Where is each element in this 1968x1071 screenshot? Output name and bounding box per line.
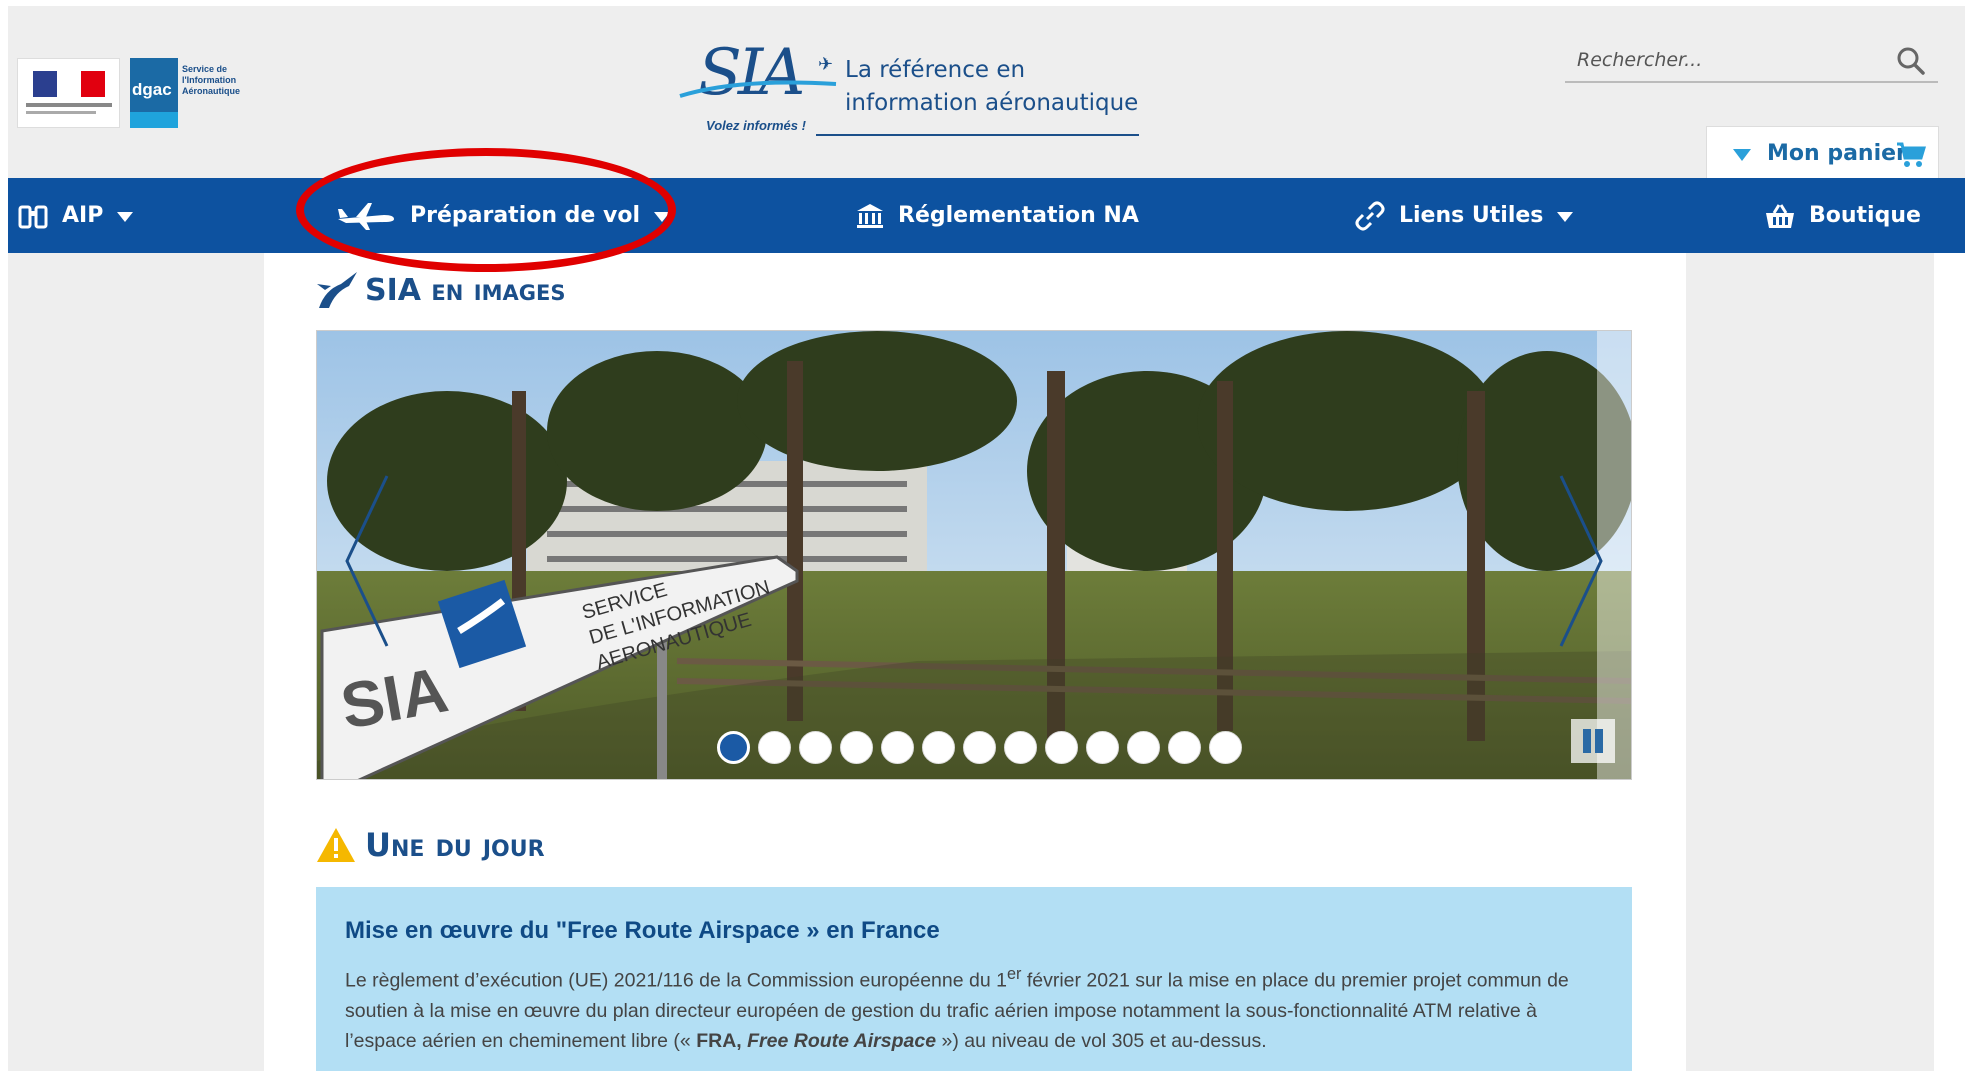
sia-logo[interactable]: SIA ✈ Volez informés ! (678, 36, 848, 136)
carousel-dot[interactable] (1209, 731, 1242, 764)
search-icon[interactable] (1896, 46, 1926, 76)
image-carousel: SIA SERVICE DE L'INFORMATION AERONAUTIQU… (316, 330, 1632, 780)
search-input[interactable] (1577, 46, 1877, 74)
nav-item-liens-utiles[interactable]: Liens Utiles (1355, 178, 1574, 253)
carousel-dot[interactable] (758, 731, 791, 764)
carousel-prev-arrow[interactable] (337, 471, 397, 651)
carousel-dot[interactable] (840, 731, 873, 764)
right-sidebar (1686, 253, 1934, 1071)
nav-item-boutique[interactable]: Boutique (1765, 178, 1921, 253)
republique-francaise-logo[interactable] (17, 58, 120, 128)
cart-button[interactable]: Mon panier (1706, 126, 1939, 184)
chevron-down-icon (1557, 212, 1574, 222)
page: dgac Service de l'Information Aéronautiq… (0, 0, 1968, 1071)
sia-slogan: Volez informés ! (706, 118, 806, 133)
news-box: Mise en œuvre du "Free Route Airspace » … (316, 887, 1632, 1071)
dgac-logo[interactable]: dgac (130, 58, 178, 128)
dgac-service-text: Service de l'Information Aéronautique (182, 64, 241, 96)
link-icon (1355, 201, 1385, 231)
basket-icon (1765, 203, 1795, 229)
chevron-down-icon (117, 212, 134, 222)
cart-icon (1897, 142, 1926, 167)
institution-icon (856, 203, 884, 229)
carousel-dot[interactable] (717, 731, 750, 764)
warning-icon (317, 828, 355, 862)
highlight-annotation (296, 148, 676, 272)
carousel-dot[interactable] (881, 731, 914, 764)
search-box (1565, 38, 1938, 83)
carousel-pause-button[interactable] (1571, 719, 1615, 763)
nav-item-aip[interactable]: AIP (18, 178, 134, 253)
carousel-next-arrow[interactable] (1551, 471, 1611, 651)
carousel-dot[interactable] (1004, 731, 1037, 764)
site-tagline: La référence en information aéronautique (845, 57, 1139, 116)
nav-item-label: AIP (62, 203, 104, 228)
cart-label: Mon panier (1767, 141, 1907, 166)
small-plane-icon: ✈ (818, 54, 834, 75)
left-sidebar (8, 253, 264, 1071)
pause-icon (1583, 729, 1591, 753)
nav-item-label: Réglementation NA (898, 203, 1139, 228)
nav-item-label: Liens Utiles (1399, 203, 1544, 228)
carousel-dot[interactable] (1168, 731, 1201, 764)
dgac-logo-text: dgac (132, 80, 172, 99)
binoculars-icon (18, 203, 48, 229)
french-flag-icon (33, 71, 105, 97)
nav-item-label: Boutique (1809, 203, 1921, 228)
news-body: Le règlement d’exécution (UE) 2021/116 d… (345, 965, 1569, 1052)
section-title-une-du-jour: Une du jour (315, 826, 545, 864)
chevron-down-icon (1733, 149, 1751, 161)
sia-bird-icon (317, 272, 357, 308)
nav-item-reglementation-na[interactable]: Réglementation NA (856, 178, 1139, 253)
carousel-dots (717, 731, 1242, 764)
carousel-dot[interactable] (1086, 731, 1119, 764)
section-title-sia-en-images: SIA en images (315, 270, 565, 310)
carousel-dot[interactable] (799, 731, 832, 764)
header: dgac Service de l'Information Aéronautiq… (8, 6, 1965, 184)
carousel-dot[interactable] (922, 731, 955, 764)
carousel-dot[interactable] (963, 731, 996, 764)
carousel-dot[interactable] (1045, 731, 1078, 764)
tagline-underline (816, 134, 1139, 136)
swoosh-icon (679, 80, 837, 98)
news-title[interactable]: Mise en œuvre du "Free Route Airspace » … (345, 917, 940, 945)
carousel-slide-image (317, 331, 1631, 779)
carousel-dot[interactable] (1127, 731, 1160, 764)
